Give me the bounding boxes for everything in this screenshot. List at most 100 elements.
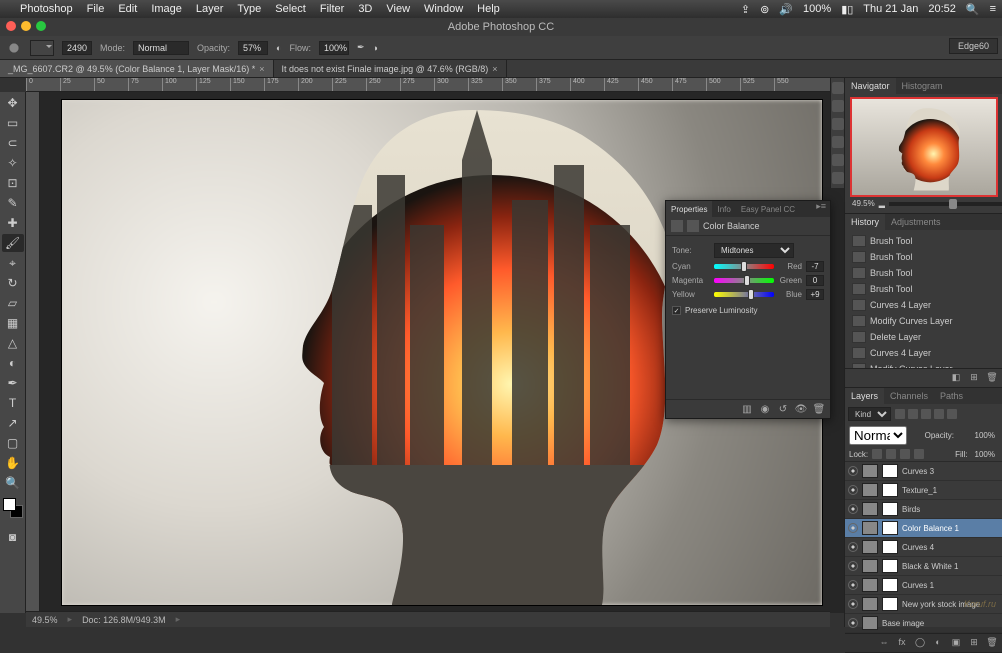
layer-mask-thumbnail[interactable] — [882, 540, 898, 554]
new-layer-icon[interactable]: ⊞ — [968, 637, 980, 649]
color-balance-slider[interactable] — [714, 264, 774, 269]
history-item[interactable]: Curves 4 Layer — [848, 297, 999, 313]
layer-thumbnail[interactable] — [862, 502, 878, 516]
layer-thumbnail[interactable] — [862, 483, 878, 497]
history-item[interactable]: Brush Tool — [848, 233, 999, 249]
layer-mask-thumbnail[interactable] — [882, 597, 898, 611]
tab-histogram[interactable]: Histogram — [896, 78, 949, 94]
layer-group-icon[interactable]: ▣ — [950, 637, 962, 649]
layer-name[interactable]: Curves 3 — [902, 467, 999, 476]
menu-view[interactable]: View — [386, 3, 410, 15]
heal-tool[interactable]: ✚ — [2, 214, 24, 232]
layer-thumbnail[interactable] — [862, 578, 878, 592]
eraser-tool[interactable]: ▱ — [2, 294, 24, 312]
zoom-window-button[interactable] — [36, 21, 46, 31]
layer-row[interactable]: Black & White 1 — [845, 557, 1002, 576]
marquee-tool[interactable]: ▭ — [2, 114, 24, 132]
menu-filter[interactable]: Filter — [320, 3, 344, 15]
history-item[interactable]: Modify Curves Layer — [848, 361, 999, 368]
visibility-toggle-icon[interactable] — [848, 542, 858, 552]
layer-thumbnail[interactable] — [862, 559, 878, 573]
slider-value[interactable]: -7 — [806, 261, 824, 272]
stamp-tool[interactable]: ⌖ — [2, 254, 24, 272]
menu-file[interactable]: File — [87, 3, 105, 15]
tab-paths[interactable]: Paths — [934, 388, 969, 404]
blur-tool[interactable]: △ — [2, 334, 24, 352]
layer-row[interactable]: Curves 4 — [845, 538, 1002, 557]
layer-thumbnail[interactable] — [862, 464, 878, 478]
visibility-toggle-icon[interactable] — [848, 599, 858, 609]
crop-tool[interactable]: ⊡ — [2, 174, 24, 192]
layer-row[interactable]: Color Balance 1 — [845, 519, 1002, 538]
slider-value[interactable]: 0 — [806, 275, 824, 286]
visibility-toggle-icon[interactable] — [848, 485, 858, 495]
menu-window[interactable]: Window — [424, 3, 463, 15]
layer-mask-thumbnail[interactable] — [882, 578, 898, 592]
layer-name[interactable]: Black & White 1 — [902, 562, 999, 571]
close-tab-icon[interactable]: × — [259, 64, 264, 74]
navigator-zoom-value[interactable]: 49.5% — [852, 199, 875, 208]
tab-channels[interactable]: Channels — [884, 388, 934, 404]
pressure-opacity-icon[interactable]: ◐ — [276, 43, 281, 53]
lock-all-icon[interactable] — [914, 449, 924, 459]
menu-edit[interactable]: Edit — [118, 3, 137, 15]
clock[interactable]: 20:52 — [928, 3, 956, 15]
tool-preset-icon[interactable] — [6, 40, 22, 56]
navigator-thumbnail[interactable] — [850, 97, 998, 197]
lasso-tool[interactable]: ⊂ — [2, 134, 24, 152]
menu-type[interactable]: Type — [237, 3, 261, 15]
fill-value[interactable]: 100% — [972, 450, 998, 459]
tab-history[interactable]: History — [845, 214, 885, 230]
delete-adjustment-icon[interactable]: 🗑 — [813, 403, 825, 415]
menu-layer[interactable]: Layer — [196, 3, 224, 15]
layer-name[interactable]: Color Balance 1 — [902, 524, 999, 533]
visibility-toggle-icon[interactable] — [848, 580, 858, 590]
toggle-visibility-icon[interactable]: 👁 — [795, 403, 807, 415]
wand-tool[interactable]: ✧ — [2, 154, 24, 172]
layer-mask-thumbnail[interactable] — [882, 464, 898, 478]
path-tool[interactable]: ↗ — [2, 414, 24, 432]
dock-icon[interactable] — [832, 154, 844, 166]
document-tab-0[interactable]: _MG_6607.CR2 @ 49.5% (Color Balance 1, L… — [0, 60, 274, 77]
history-delete-icon[interactable]: 🗑 — [986, 372, 998, 384]
layer-thumbnail[interactable] — [862, 597, 878, 611]
layer-mask-thumbnail[interactable] — [882, 559, 898, 573]
document-tab-1[interactable]: It does not exist Finale image.jpg @ 47.… — [274, 60, 507, 77]
layer-mask-thumbnail[interactable] — [882, 502, 898, 516]
app-menu[interactable]: Photoshop — [20, 3, 73, 15]
battery-icon[interactable]: ▮▯ — [841, 3, 853, 16]
gradient-tool[interactable]: ▦ — [2, 314, 24, 332]
dock-icon[interactable] — [832, 172, 844, 184]
layer-name[interactable]: Texture_1 — [902, 486, 999, 495]
pen-tool[interactable]: ✒ — [2, 374, 24, 392]
layer-thumbnail[interactable] — [862, 540, 878, 554]
menu-image[interactable]: Image — [151, 3, 182, 15]
dock-icon[interactable] — [832, 100, 844, 112]
visibility-toggle-icon[interactable] — [848, 466, 858, 476]
panel-menu-icon[interactable]: ▸≡ — [812, 201, 830, 217]
quick-mask-icon[interactable]: ◙ — [2, 528, 24, 546]
visibility-toggle-icon[interactable] — [848, 504, 858, 514]
dodge-tool[interactable]: ◐ — [2, 354, 24, 372]
zoom-out-icon[interactable]: ▂ — [879, 199, 885, 208]
history-item[interactable]: Brush Tool — [848, 249, 999, 265]
history-item[interactable]: Modify Curves Layer — [848, 313, 999, 329]
mask-icon[interactable] — [687, 220, 699, 232]
menu-help[interactable]: Help — [477, 3, 500, 15]
foreground-background-colors[interactable] — [3, 498, 23, 518]
spotlight-icon[interactable]: 🔍 — [966, 3, 980, 16]
layer-name[interactable]: Curves 1 — [902, 581, 999, 590]
tab-navigator[interactable]: Navigator — [845, 78, 896, 94]
slider-value[interactable]: +9 — [806, 289, 824, 300]
brush-size-field[interactable]: 2490 — [62, 41, 92, 55]
history-new-icon[interactable]: ⊞ — [968, 372, 980, 384]
dock-icon[interactable] — [832, 82, 844, 94]
layer-mask-thumbnail[interactable] — [882, 521, 898, 535]
link-layers-icon[interactable]: ⇔ — [878, 637, 890, 649]
layer-filter-kind[interactable]: Kind — [848, 407, 891, 421]
flow-field[interactable]: 100% — [319, 41, 349, 55]
preserve-luminosity-checkbox[interactable]: ✓ — [672, 306, 681, 315]
history-item[interactable]: Delete Layer — [848, 329, 999, 345]
dock-icon[interactable] — [832, 118, 844, 130]
visibility-toggle-icon[interactable] — [848, 561, 858, 571]
